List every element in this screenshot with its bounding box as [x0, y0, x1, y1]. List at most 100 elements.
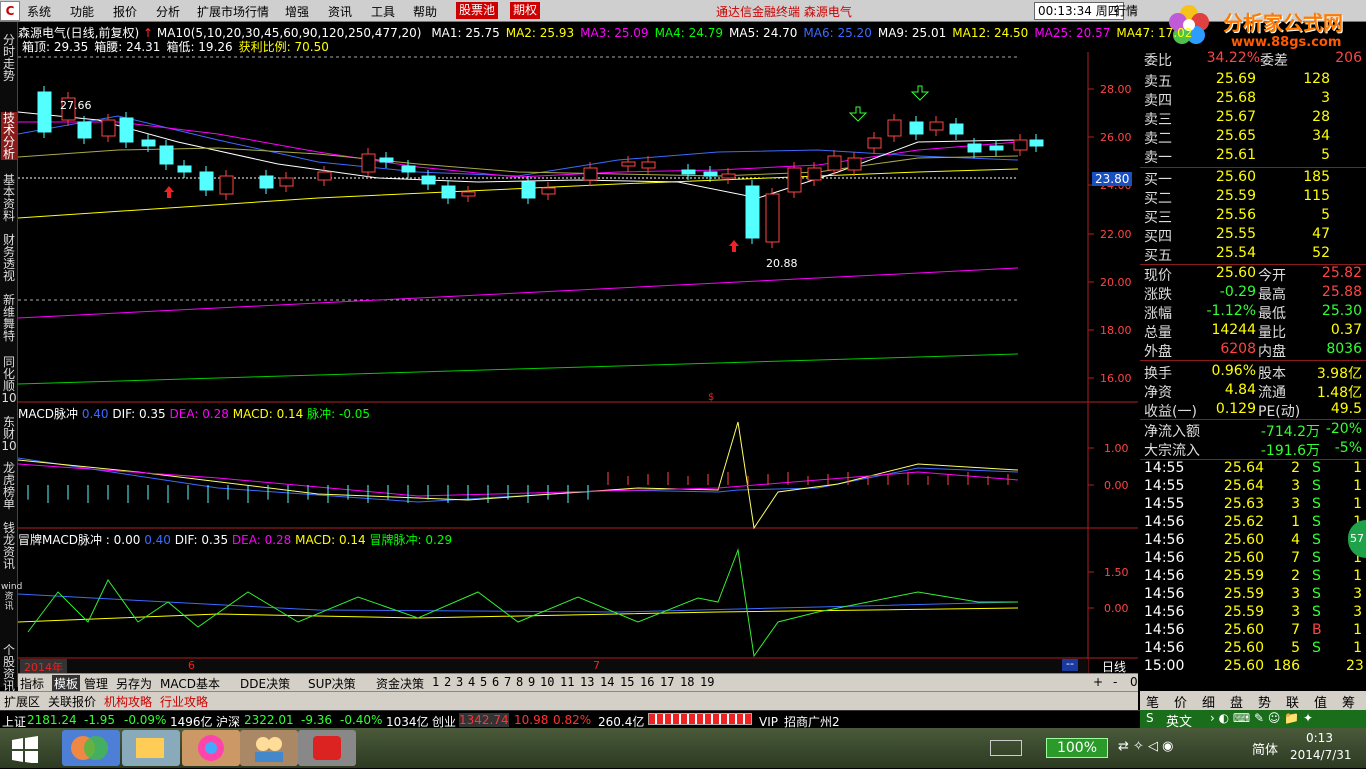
quote-cell: 3 — [1291, 496, 1300, 512]
candle — [279, 172, 294, 192]
quote-cell: 14:55 — [1144, 496, 1185, 512]
vtab-technical[interactable]: 技术分析 — [1, 112, 17, 160]
macd-header: MACD脉冲 0.40 DIF: 0.35 DEA: 0.28 MACD: 0.… — [18, 405, 370, 422]
ime-s-icon[interactable]: S — [1146, 711, 1154, 725]
quote-tab[interactable]: 联 — [1286, 692, 1299, 711]
tab-layout-4[interactable]: 4 — [468, 675, 475, 689]
tab-layout-7[interactable]: 7 — [504, 675, 511, 689]
quote-tab[interactable]: 盘 — [1230, 692, 1243, 711]
menu-item-quote[interactable]: 报价 — [113, 3, 137, 20]
tab-indicator[interactable]: 资金决策 — [376, 675, 424, 692]
tab-indicator[interactable]: 另存为 — [116, 675, 152, 692]
ask-row: 卖二 25.65 34 — [1140, 128, 1366, 147]
taskbar-picture-icon[interactable] — [182, 730, 240, 766]
menu-item-function[interactable]: 功能 — [70, 3, 94, 20]
tab-indicator[interactable]: DDE决策 — [240, 675, 290, 692]
quote-tab[interactable]: 笔 — [1146, 692, 1159, 711]
tick-row: 14:55 25.64 2 S 1 — [1140, 460, 1366, 479]
vtab-qianlong[interactable]: 钱龙资讯 — [1, 522, 17, 570]
down-arrow-icon — [910, 85, 930, 101]
menu-item-help[interactable]: 帮助 — [413, 3, 437, 20]
vtab-eastmoney[interactable]: 东财10 — [1, 416, 17, 452]
vtab-stock-news[interactable]: 个股资讯 — [1, 644, 17, 692]
tab-indicator[interactable]: 模板 — [52, 675, 81, 692]
quote-cell: 总量 — [1144, 325, 1172, 341]
tab-layout-8[interactable]: 8 — [516, 675, 523, 689]
stock-pool-button[interactable]: 股票池 — [456, 2, 499, 19]
windows-taskbar: 100% ⇄ ✧ ◁ ◉ 简体 0:13 2014/7/31 — [0, 728, 1366, 768]
tab-layout-17[interactable]: 17 — [660, 675, 674, 689]
ime-symbols-icon[interactable]: › ◐ ⌨ ✎ ☺ 📁 ✦ — [1210, 711, 1313, 725]
menu-item-tools[interactable]: 工具 — [371, 3, 395, 20]
menu-item-extended-market[interactable]: 扩展市场行情 — [197, 3, 269, 20]
vtab-basic[interactable]: 基本资料 — [1, 174, 17, 222]
vtab-dragon[interactable]: 龙虎榜单 — [1, 462, 17, 510]
quote-button[interactable]: 行情 — [1114, 2, 1138, 19]
tab-layout-15[interactable]: 15 — [620, 675, 634, 689]
tab-indicator[interactable]: MACD基本 — [160, 675, 220, 692]
vtab-intraday[interactable]: 分时走势 — [1, 34, 17, 82]
tab-industry[interactable]: 行业攻略 — [160, 693, 208, 710]
vtab-newdim[interactable]: 新维舞特 — [1, 294, 17, 342]
menu-item-system[interactable]: 系统 — [27, 3, 51, 20]
tab-layout-14[interactable]: 14 — [600, 675, 614, 689]
taskbar-app-icon[interactable] — [62, 730, 120, 766]
quote-cell: 4 — [1291, 532, 1300, 548]
tray-icons[interactable]: ⇄ ✧ ◁ ◉ — [1118, 739, 1174, 754]
tray-lang[interactable]: 简体 — [1252, 739, 1278, 758]
taskbar-contacts-icon[interactable] — [240, 730, 298, 766]
options-button[interactable]: 期权 — [510, 2, 541, 19]
quote-tab[interactable]: 值 — [1314, 692, 1327, 711]
tab-related-quote[interactable]: 关联报价 — [48, 693, 96, 710]
tab-layout-16[interactable]: 16 — [640, 675, 654, 689]
candle — [787, 162, 802, 198]
menu-item-enhance[interactable]: 增强 — [285, 3, 309, 20]
vtab-wind[interactable]: wind资讯 — [1, 582, 22, 612]
add-tab-icon[interactable]: + — [1093, 675, 1103, 689]
quote-cell: 34.22% — [1206, 50, 1260, 66]
tab-indicator[interactable]: SUP决策 — [308, 675, 356, 692]
quote-tab[interactable]: 筹 — [1342, 692, 1355, 711]
tab-institution[interactable]: 机构攻略 — [104, 693, 152, 710]
tab-layout-6[interactable]: 6 — [492, 675, 499, 689]
kline-chart[interactable]: 森源电气(日线,前复权) ↑ MA10(5,10,20,30,45,60,90,… — [18, 22, 1192, 686]
tab-extension[interactable]: 扩展区 — [4, 693, 40, 710]
tab-layout-18[interactable]: 18 — [680, 675, 694, 689]
tab-indicator[interactable]: 管理 — [84, 675, 108, 692]
tab-indicator[interactable]: 指标 — [20, 675, 44, 692]
quote-tab[interactable]: 价 — [1174, 692, 1187, 711]
tab-layout-9[interactable]: 9 — [528, 675, 535, 689]
mp-v0: 0.40 — [144, 533, 171, 547]
tab-layout-13[interactable]: 13 — [580, 675, 594, 689]
reset-tab-icon[interactable]: 0 — [1130, 675, 1138, 689]
remove-tab-icon[interactable]: - — [1113, 675, 1117, 689]
vtab-ths[interactable]: 同化顺10 — [1, 356, 17, 404]
menu-item-analysis[interactable]: 分析 — [156, 3, 180, 20]
tab-layout-11[interactable]: 11 — [560, 675, 574, 689]
price-axis-label: 16.00 — [1100, 372, 1132, 385]
quote-cell: 委比 — [1144, 53, 1172, 69]
quote-tab[interactable]: 细 — [1202, 692, 1215, 711]
tab-layout-3[interactable]: 3 — [456, 675, 463, 689]
tab-layout-19[interactable]: 19 — [700, 675, 714, 689]
tray-time[interactable]: 0:13 — [1306, 731, 1333, 745]
tab-layout-1[interactable]: 1 — [432, 675, 439, 689]
windows-start-icon[interactable] — [10, 735, 40, 766]
menu-item-news[interactable]: 资讯 — [328, 3, 352, 20]
quote-tab[interactable]: 势 — [1258, 692, 1271, 711]
quote-cell: 7 — [1291, 622, 1300, 638]
taskbar-tdx-icon[interactable] — [298, 730, 356, 766]
app-logo-icon[interactable]: C — [0, 1, 20, 21]
quote-cell: 3.98亿 — [1316, 366, 1362, 382]
zoom-badge[interactable]: 100% — [1046, 738, 1108, 758]
taskbar-explorer-icon[interactable] — [122, 730, 180, 766]
tab-layout-2[interactable]: 2 — [444, 675, 451, 689]
candle — [159, 140, 174, 170]
tab-layout-10[interactable]: 10 — [540, 675, 554, 689]
tab-layout-5[interactable]: 5 — [480, 675, 487, 689]
vtab-finance[interactable]: 财务透视 — [1, 234, 17, 282]
axis-scroll-button[interactable]: -- — [1062, 658, 1078, 671]
tick-row: 14:55 25.64 3 S 1 — [1140, 478, 1366, 497]
tray-date[interactable]: 2014/7/31 — [1290, 748, 1352, 762]
keyboard-icon[interactable] — [990, 740, 1022, 756]
